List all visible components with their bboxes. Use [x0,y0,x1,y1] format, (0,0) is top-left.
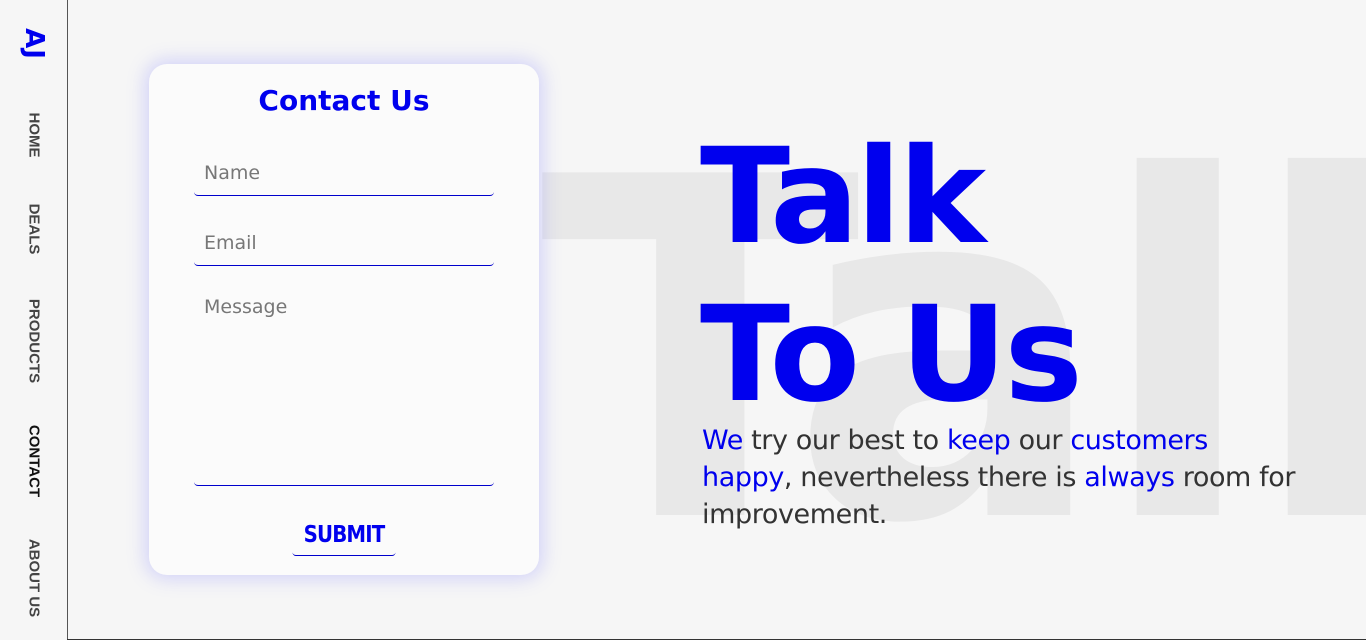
tagline-segment: , nevertheless there is [783,462,1085,493]
sidebar-item-deals[interactable]: DEALS [26,204,43,255]
tagline: We try our best to keep our customers ha… [702,422,1302,533]
submit-button[interactable]: SUBMIT [292,514,396,556]
tagline-segment: our [1010,425,1071,456]
page: Talk AJ HOME DEALS PRODUCTS CONTACT ABOU… [0,0,1366,640]
email-input[interactable] [194,220,494,266]
tagline-segment: We [702,425,743,456]
tagline-segment: customers [1070,425,1208,456]
tagline-segment: try our best to [742,425,947,456]
tagline-segment: always [1084,462,1175,493]
hero-line-1: Talk [700,120,986,274]
contact-form-title: Contact Us [258,84,430,117]
sidebar-item-home[interactable]: HOME [26,113,43,158]
sidebar-item-products[interactable]: PRODUCTS [26,299,43,383]
sidebar-nav: AJ HOME DEALS PRODUCTS CONTACT ABOUT US [0,0,68,640]
sidebar-item-contact[interactable]: CONTACT [26,425,43,497]
contact-form-card: Contact Us SUBMIT [149,64,539,575]
message-textarea[interactable] [194,288,494,486]
name-input[interactable] [194,150,494,196]
hero-line-2: To Us [700,278,1083,432]
logo[interactable]: AJ [19,28,49,60]
sidebar-item-about-us[interactable]: ABOUT US [26,539,43,617]
hero-heading: Talk To Us [700,118,1083,434]
tagline-segment: keep [946,425,1011,456]
tagline-segment: happy [702,462,784,493]
